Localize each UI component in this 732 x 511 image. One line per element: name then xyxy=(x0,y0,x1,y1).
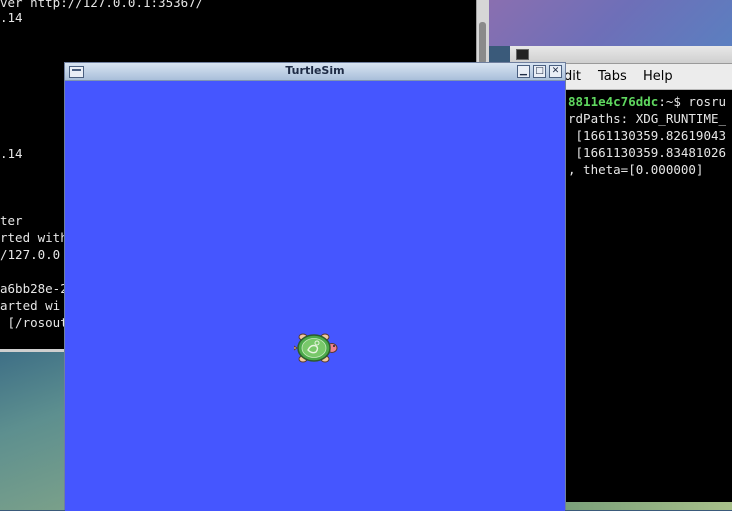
close-button[interactable]: ✕ xyxy=(549,65,562,78)
turtle-canvas[interactable] xyxy=(65,81,565,511)
prompt-command: :~$ rosru xyxy=(658,94,727,109)
terminal-line: ver http://127.0.0.1:35367/ xyxy=(0,0,204,10)
menu-edit[interactable]: dit xyxy=(564,69,581,84)
turtlesim-titlebar[interactable]: TurtleSim ▁ □ ✕ xyxy=(65,63,565,81)
desktop-wallpaper xyxy=(566,502,732,510)
window-title: TurtleSim xyxy=(285,64,345,77)
desktop-wallpaper xyxy=(488,0,732,46)
terminal-line: [1661130359.82619043 xyxy=(568,128,727,143)
terminal-line: , theta=[0.000000] xyxy=(568,162,704,177)
prompt-host: 8811e4c76ddc xyxy=(568,94,659,109)
terminal-line: rted with xyxy=(0,230,68,245)
terminal-line: rdPaths: XDG_RUNTIME_ xyxy=(568,111,727,126)
turtlesim-window[interactable]: TurtleSim ▁ □ ✕ xyxy=(64,62,566,511)
menu-help[interactable]: Help xyxy=(643,69,673,84)
terminal-line: ter xyxy=(0,213,23,228)
menu-tabs[interactable]: Tabs xyxy=(598,69,627,84)
terminal-prompt-line: 8811e4c76ddc:~$ rosru xyxy=(568,93,726,110)
scrollbar-thumb[interactable] xyxy=(479,22,486,64)
maximize-button[interactable]: □ xyxy=(533,65,546,78)
terminal-line: arted wi xyxy=(0,298,61,313)
terminal-line: a6bb28e-2 xyxy=(0,281,68,296)
desktop-wallpaper xyxy=(0,352,65,510)
terminal-line: .14 xyxy=(0,10,23,25)
terminal-line: [1661130359.83481026 xyxy=(568,145,727,160)
turtle-icon xyxy=(294,333,338,363)
terminal-line: /127.0.0 xyxy=(0,247,61,262)
minimize-button[interactable]: ▁ xyxy=(517,65,530,78)
terminal-line: [/rosout xyxy=(0,315,68,330)
terminal-icon xyxy=(516,49,529,60)
terminal-line: .14 xyxy=(0,146,23,161)
